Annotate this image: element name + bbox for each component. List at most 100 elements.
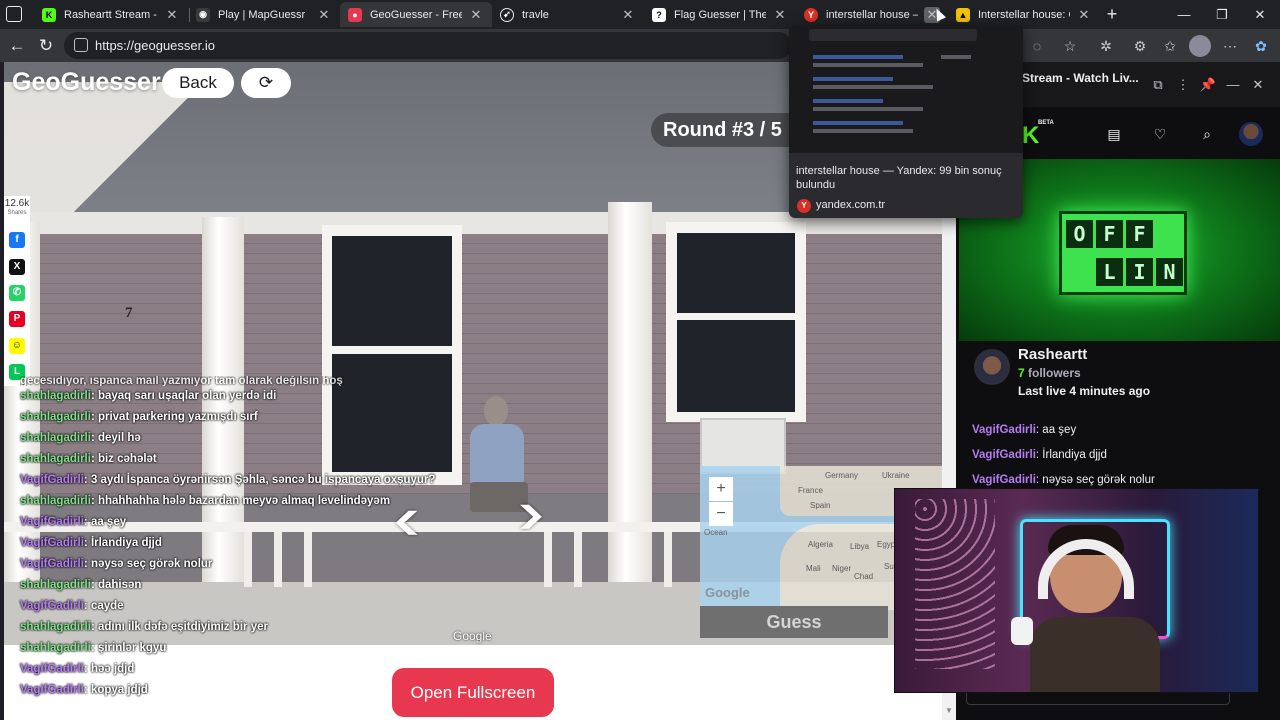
channel-avatar[interactable] bbox=[974, 349, 1010, 385]
panel-more-icon[interactable]: ⋮ bbox=[1174, 76, 1192, 94]
address-bar[interactable]: https://geoguesser.io bbox=[64, 32, 792, 59]
chat-username: shahlagadirli bbox=[20, 579, 91, 591]
x-icon[interactable]: X bbox=[9, 259, 25, 275]
chat-username: shahlagadirli bbox=[20, 411, 91, 423]
back-button[interactable]: Back bbox=[162, 68, 234, 98]
chat-message: VagifGadirli: İrlandiya djjd bbox=[20, 533, 460, 554]
close-window-icon[interactable]: ✕ bbox=[1242, 0, 1278, 29]
extensions-icon[interactable]: ✲ bbox=[1095, 35, 1117, 57]
following-icon[interactable]: ▤ bbox=[1104, 124, 1124, 144]
tab-close-icon[interactable]: ✕ bbox=[772, 7, 788, 23]
minimize-icon[interactable]: — bbox=[1166, 0, 1202, 29]
tab-close-icon[interactable]: ✕ bbox=[1076, 7, 1092, 23]
site-info-icon[interactable] bbox=[74, 38, 88, 52]
chat-text: : kopya jdjd bbox=[83, 684, 148, 696]
chat-text: : biz cəhələt bbox=[90, 453, 157, 465]
channel-name[interactable]: Rasheartt bbox=[1018, 346, 1087, 363]
copilot-icon[interactable]: ✿ bbox=[1250, 35, 1272, 57]
favorite-star-icon[interactable]: ☆ bbox=[1059, 35, 1081, 57]
offline-tile: O bbox=[1066, 220, 1093, 248]
minimize-panel-icon[interactable]: — bbox=[1224, 76, 1242, 94]
chat-message: VagifGadirli: aa şey bbox=[20, 512, 460, 533]
move-right-arrow-icon[interactable]: ❯ bbox=[514, 501, 548, 529]
chat-username[interactable]: VagifGadirli bbox=[972, 474, 1036, 486]
more-menu-icon[interactable]: ⋯ bbox=[1219, 35, 1241, 57]
geoguesser-favicon-icon: ● bbox=[348, 7, 362, 22]
tab-interstellar-yandex[interactable]: Y interstellar house — Ya ✕ bbox=[796, 2, 948, 27]
heart-icon[interactable]: ♡ bbox=[1150, 124, 1170, 144]
chat-username: VagifGadirli bbox=[20, 684, 84, 696]
flag-favicon-icon: ? bbox=[652, 7, 666, 22]
close-panel-icon[interactable]: ✕ bbox=[1249, 76, 1267, 94]
tab-close-icon[interactable]: ✕ bbox=[316, 7, 332, 23]
chat-username: shahlagadirli bbox=[20, 453, 91, 465]
tab-actions-icon[interactable] bbox=[6, 6, 22, 22]
open-in-tab-icon[interactable]: ⧉ bbox=[1149, 76, 1167, 94]
tab-geoguesser[interactable]: ● GeoGuesser - Free Geo ✕ bbox=[340, 2, 492, 27]
whatsapp-icon[interactable]: ✆ bbox=[9, 285, 25, 301]
tab-label: Rasheartt Stream - Wa bbox=[64, 8, 158, 21]
offline-tile: L bbox=[1096, 258, 1123, 286]
tab-flag-guesser[interactable]: ? Flag Guesser | The Ulti ✕ bbox=[644, 2, 796, 27]
chat-username[interactable]: VagifGadirli bbox=[972, 449, 1036, 461]
guess-button[interactable]: Guess bbox=[700, 606, 888, 638]
user-avatar[interactable] bbox=[1239, 122, 1263, 146]
offline-tile: F bbox=[1126, 220, 1153, 248]
read-aloud-icon[interactable]: ◌ bbox=[1026, 35, 1048, 57]
map-label: Algeria bbox=[808, 540, 833, 549]
kick-logo[interactable]: K bbox=[1022, 122, 1039, 150]
maximize-icon[interactable]: ❐ bbox=[1204, 0, 1240, 29]
chat-text: : hhahhahha hələ bazardan meyvə almaq le… bbox=[90, 495, 391, 507]
mapguessr-favicon-icon: ◉ bbox=[196, 7, 210, 22]
back-arrow-icon[interactable]: ← bbox=[6, 35, 28, 57]
chat-message: gecesidiyor, ispanca mail yazmıyor tam o… bbox=[20, 376, 343, 386]
search-icon[interactable]: ⌕ bbox=[1197, 124, 1217, 144]
chat-text: : nəysə seç görək nolur bbox=[1035, 474, 1155, 486]
map-label: Niger bbox=[832, 564, 852, 573]
chat-message: shahlagadirli: dahisən bbox=[20, 575, 460, 596]
map-zoom-in-button[interactable]: + bbox=[709, 477, 733, 501]
chat-username: VagifGadirli bbox=[20, 537, 84, 549]
chat-text: : privat parkering yazmışdı sırf bbox=[90, 411, 258, 423]
pin-icon[interactable]: 📌 bbox=[1199, 76, 1217, 94]
chat-username: shahlagadirli bbox=[20, 642, 91, 654]
chat-message: VagifGadirli: aa şey bbox=[972, 418, 1272, 443]
chat-username: VagifGadirli bbox=[20, 600, 84, 612]
window-glass-image bbox=[677, 320, 795, 412]
map-zoom-out-button[interactable]: − bbox=[709, 502, 733, 526]
tab-mapguessr[interactable]: ◉ Play | MapGuessr ✕ bbox=[188, 2, 340, 27]
facebook-icon[interactable]: f bbox=[9, 232, 25, 248]
preview-domain: yandex.com.tr bbox=[816, 199, 886, 211]
chat-text: : həə jdjd bbox=[83, 663, 135, 675]
seated-person-image bbox=[464, 396, 528, 516]
reload-icon[interactable]: ↻ bbox=[35, 35, 57, 57]
baluster-image bbox=[544, 532, 552, 587]
preview-thumbnail bbox=[789, 25, 1023, 153]
profile-avatar-icon[interactable] bbox=[1189, 35, 1211, 57]
chat-message: VagifGadirli: həə jdjd bbox=[20, 659, 460, 680]
chat-text: : bayaq sarı uşaqlar olan yerdə idi bbox=[90, 390, 277, 402]
yandex-favicon-icon: Y bbox=[804, 7, 818, 22]
tab-close-icon[interactable]: ✕ bbox=[164, 7, 180, 23]
chat-message: shahlagadirli: adını ilk dəfə eşitdiyimi… bbox=[20, 617, 460, 638]
chat-message: shahlagadirli: privat parkering yazmışdı… bbox=[20, 407, 460, 428]
snapchat-icon[interactable]: ☺ bbox=[9, 338, 25, 354]
geoguesser-logo[interactable]: GeoGuesser bbox=[12, 68, 161, 97]
favorites-icon[interactable]: ✩ bbox=[1159, 35, 1181, 57]
stream-chat-overlay: gecesidiyor, ispanca mail yazmıyor tam o… bbox=[20, 376, 460, 701]
browser-essentials-icon[interactable]: ⚙ bbox=[1129, 35, 1151, 57]
tab-close-icon[interactable]: ✕ bbox=[620, 7, 636, 23]
new-tab-button[interactable]: + bbox=[1102, 4, 1122, 24]
chat-message: VagifGadirli: nəysə seç görək nolur bbox=[20, 554, 460, 575]
chat-username[interactable]: VagifGadirli bbox=[972, 424, 1036, 436]
tab-interstellar-house[interactable]: ▲ Interstellar house: Gön ✕ bbox=[948, 2, 1100, 27]
map-label: Ocean bbox=[704, 528, 728, 537]
tab-rasheartt-stream[interactable]: K Rasheartt Stream - Wa ✕ bbox=[34, 2, 188, 27]
tab-close-icon[interactable]: ✕ bbox=[468, 7, 484, 23]
tab-travle[interactable]: ➹ travle ✕ bbox=[492, 2, 644, 27]
tab-label: GeoGuesser - Free Geo bbox=[370, 8, 462, 21]
restart-button[interactable]: ⟳ bbox=[241, 68, 291, 98]
pinterest-icon[interactable]: P bbox=[9, 311, 25, 327]
scroll-down-icon[interactable]: ▼ bbox=[945, 706, 953, 715]
chat-text: : cayde bbox=[83, 600, 124, 612]
